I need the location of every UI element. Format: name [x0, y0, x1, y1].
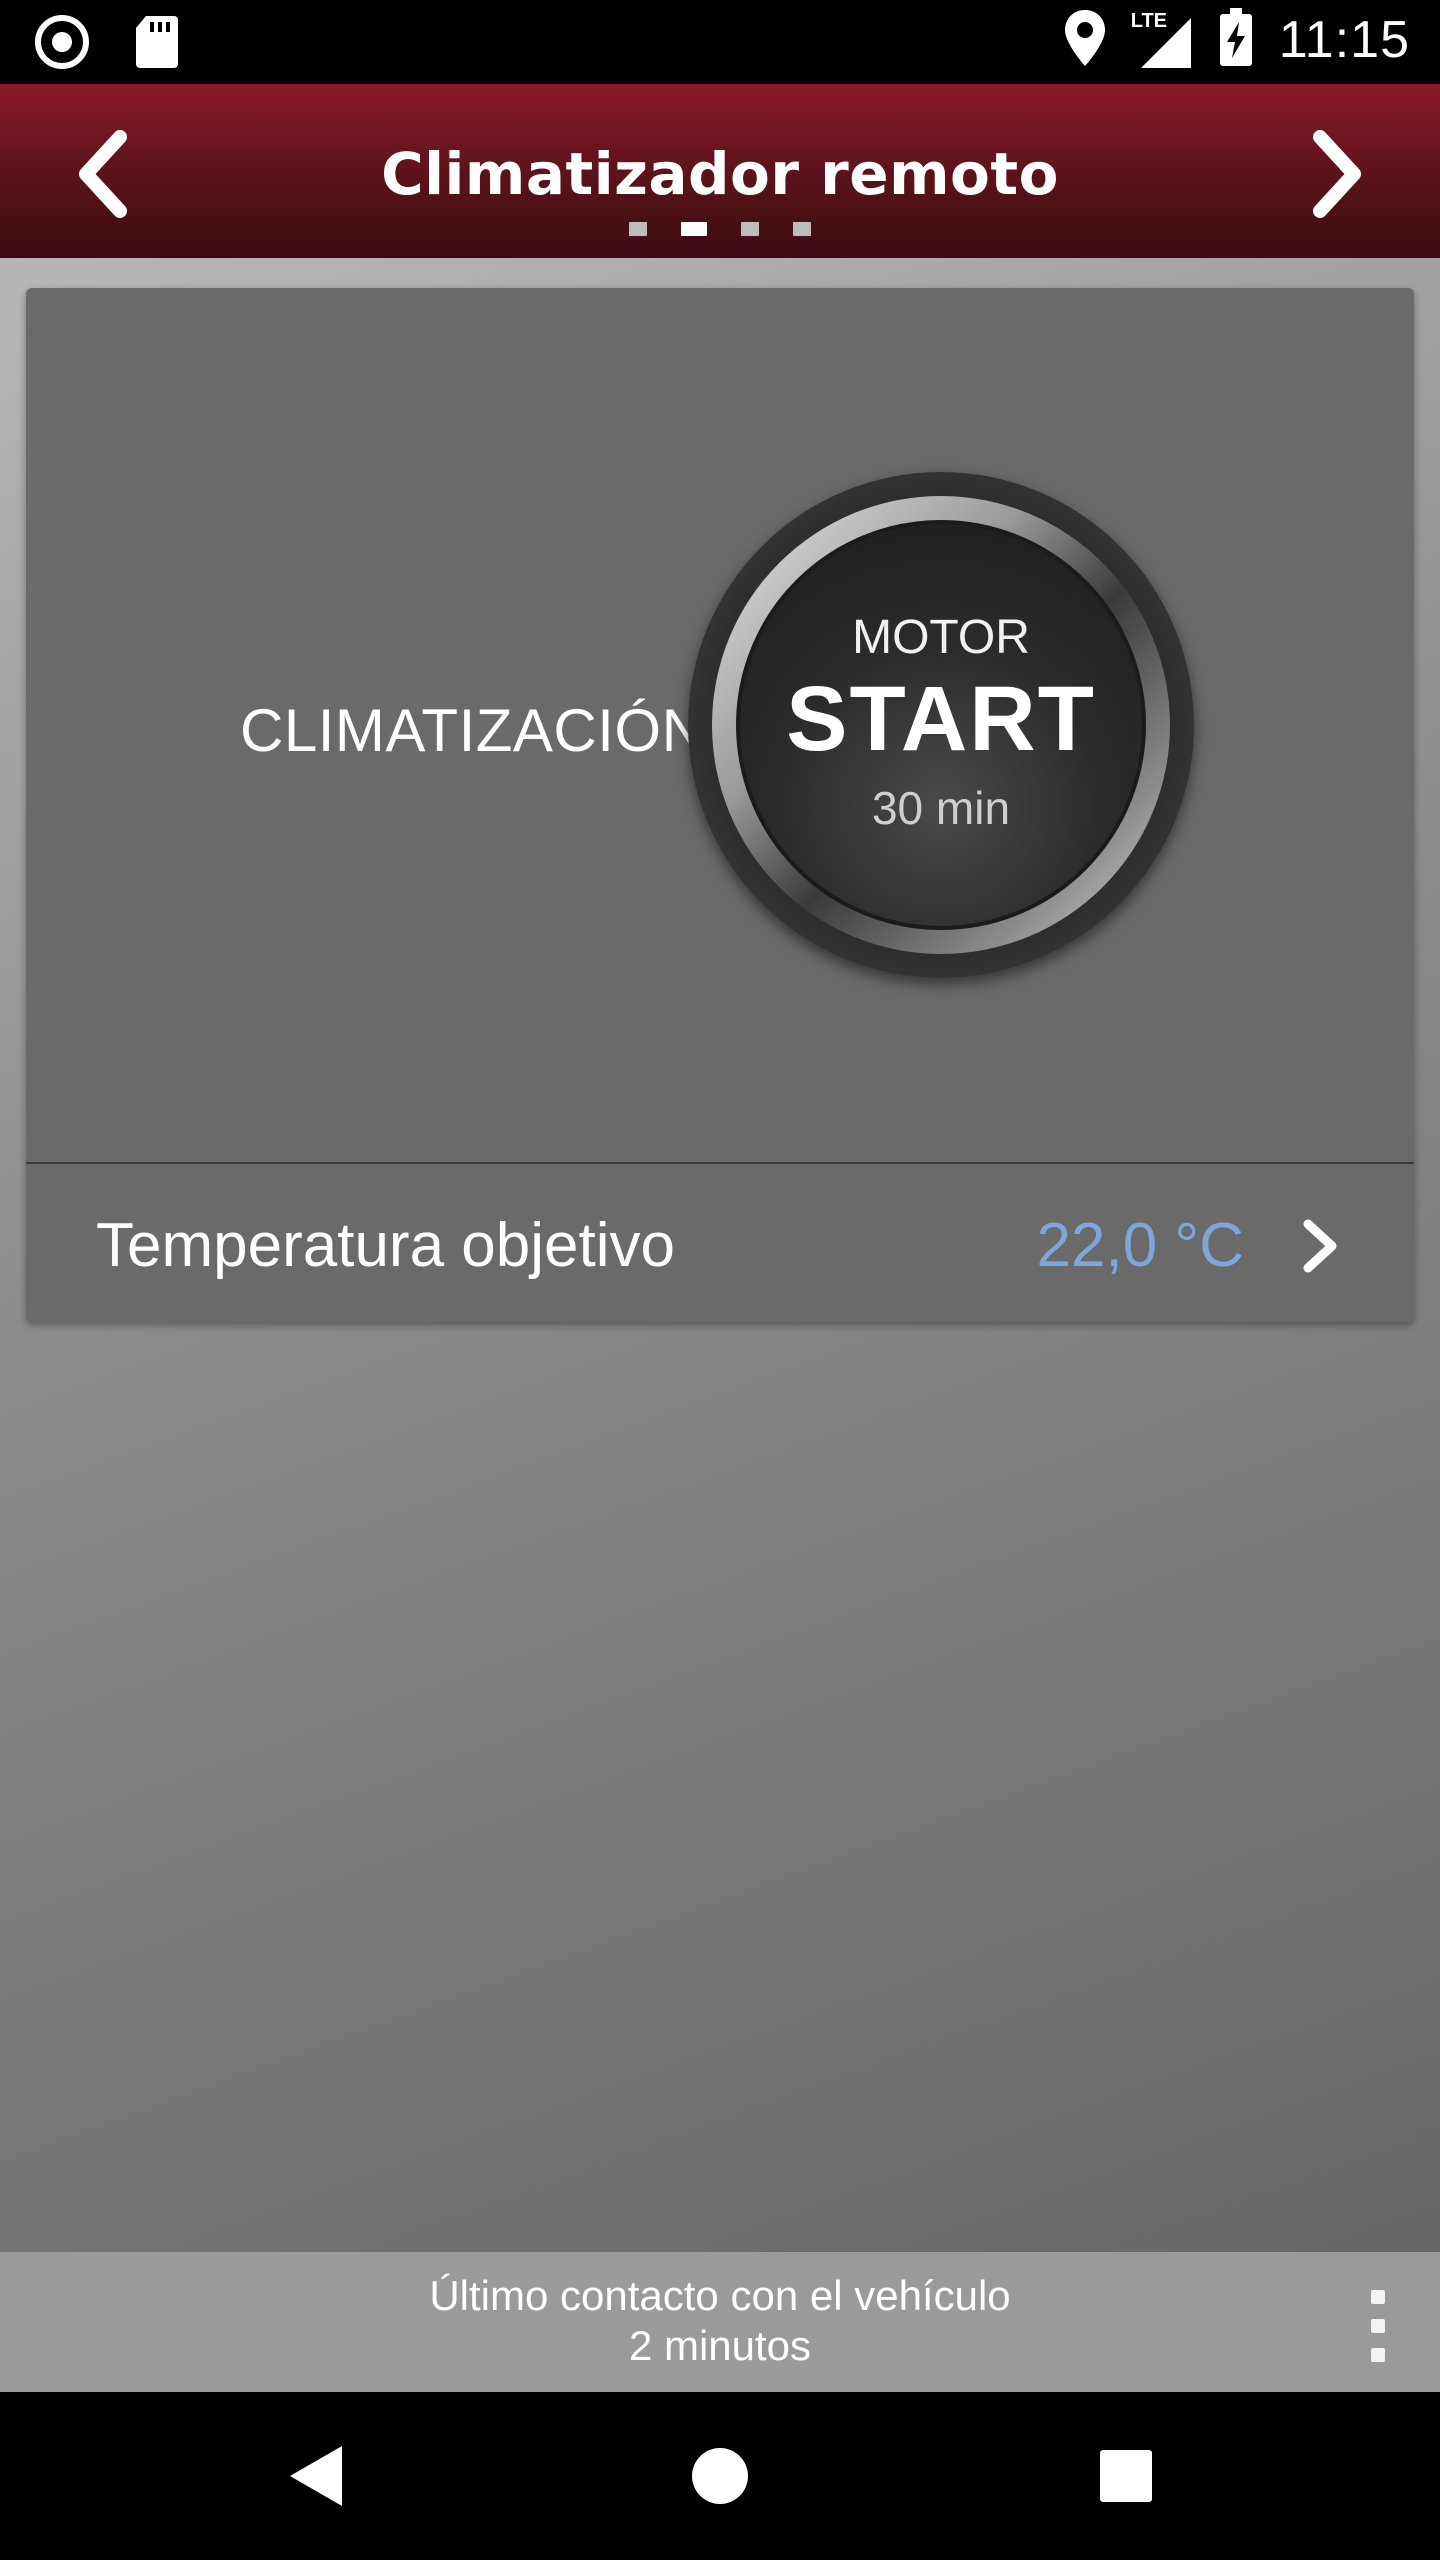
- back-button[interactable]: [276, 2436, 356, 2516]
- overflow-menu-icon[interactable]: [1358, 2290, 1398, 2362]
- status-bar: LTE 11:15: [0, 0, 1440, 84]
- sd-card-icon: [134, 14, 180, 74]
- climate-label: CLIMATIZACIÓN: [240, 697, 706, 764]
- page-indicator: [0, 222, 1440, 236]
- start-button-duration: 30 min: [871, 781, 1011, 834]
- battery-charging-icon: [1219, 8, 1253, 72]
- climate-section: CLIMATIZACIÓN MOTOR START 30 min: [26, 288, 1414, 1164]
- location-icon: [1063, 8, 1107, 72]
- engine-start-button[interactable]: MOTOR START 30 min: [688, 472, 1194, 978]
- system-navigation-bar: [0, 2392, 1440, 2560]
- recents-button[interactable]: [1086, 2436, 1166, 2516]
- page-dot-active[interactable]: [681, 222, 707, 236]
- back-triangle-icon: [290, 2446, 342, 2506]
- target-temperature-label: Temperatura objetivo: [96, 1211, 675, 1280]
- home-button[interactable]: [680, 2436, 760, 2516]
- page-dot[interactable]: [741, 222, 759, 236]
- last-contact-value: 2 minutos: [628, 2322, 812, 2369]
- status-time: 11:15: [1278, 11, 1410, 69]
- start-button-main-text: START: [786, 667, 1096, 770]
- home-circle-icon: [692, 2448, 748, 2504]
- page-dot[interactable]: [629, 222, 647, 236]
- next-page-button[interactable]: [1288, 124, 1388, 224]
- page-dot[interactable]: [793, 222, 811, 236]
- page-title: Climatizador remoto: [381, 140, 1059, 208]
- signal-icon: LTE: [1131, 10, 1193, 70]
- target-temperature-value: 22,0 °C: [1036, 1211, 1244, 1280]
- recents-square-icon: [1100, 2450, 1152, 2502]
- record-icon: [34, 14, 90, 74]
- main-content: CLIMATIZACIÓN MOTOR START 30 min Tempera…: [0, 258, 1440, 2252]
- start-button-top-text: MOTOR: [852, 610, 1030, 664]
- chevron-right-icon: [1294, 1216, 1344, 1276]
- last-contact-bar: Último contacto con el vehículo 2 minuto…: [0, 2252, 1440, 2392]
- app-header: Climatizador remoto: [0, 84, 1440, 258]
- target-temperature-row[interactable]: Temperatura objetivo 22,0 °C: [26, 1164, 1414, 1322]
- climate-card: CLIMATIZACIÓN MOTOR START 30 min Tempera…: [26, 288, 1414, 1322]
- chevron-right-icon: [1313, 130, 1361, 218]
- last-contact-label: Último contacto con el vehículo: [429, 2272, 1011, 2319]
